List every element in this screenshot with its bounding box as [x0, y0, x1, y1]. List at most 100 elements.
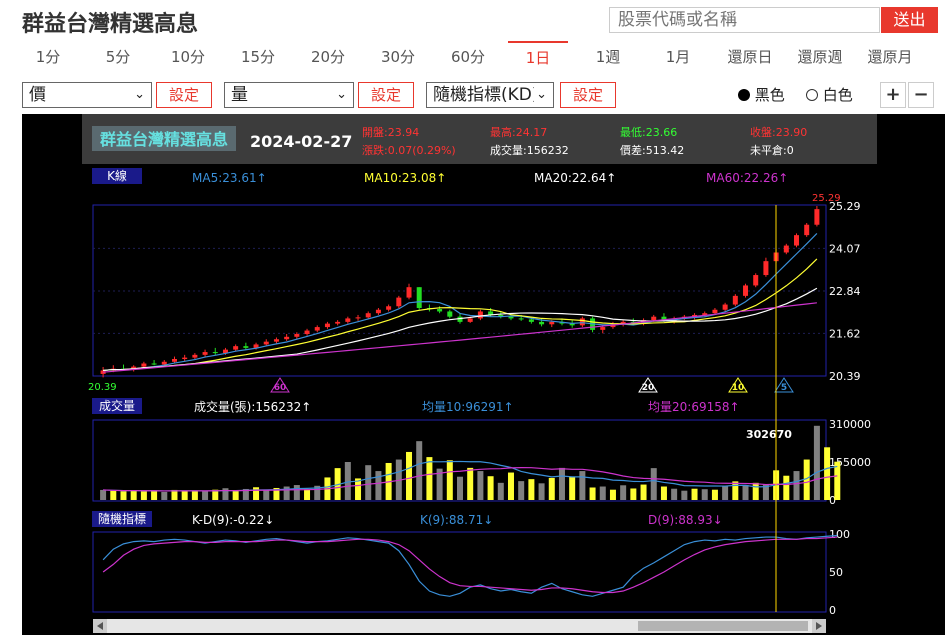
candle-body [233, 346, 239, 350]
candle-body [202, 352, 208, 355]
volume-bar [620, 485, 627, 500]
volume-label: 成交量 [99, 398, 135, 413]
volume-bar [344, 462, 351, 500]
tab-0[interactable]: 1分 [18, 41, 78, 73]
volume-bar [507, 472, 514, 500]
tab-10[interactable]: 還原日 [715, 41, 785, 73]
volume-bar [558, 467, 565, 500]
tab-4[interactable]: 20分 [298, 41, 358, 73]
submit-button[interactable]: 送出 [881, 7, 938, 33]
kd-tick-label: 100 [829, 528, 850, 541]
volume-bar [110, 490, 117, 500]
volume-bar [497, 482, 504, 500]
tab-1[interactable]: 5分 [88, 41, 148, 73]
volume-bar [538, 483, 545, 500]
kd-tick-label: 50 [829, 566, 843, 579]
price-tick-label: 22.84 [829, 285, 861, 298]
price-settings-button[interactable]: 設定 [156, 82, 212, 108]
tab-9[interactable]: 1月 [648, 41, 708, 73]
candle-body [518, 318, 524, 320]
candle-body [171, 359, 177, 362]
volume-bar [161, 491, 168, 500]
indicator-settings-button[interactable]: 設定 [560, 82, 616, 108]
white-theme-option[interactable]: 白色 [806, 84, 853, 105]
candle-body [814, 209, 820, 225]
candle-body [783, 245, 789, 253]
search-input[interactable] [609, 7, 880, 33]
avg-volume-10: 均量10:96291↑ [422, 400, 514, 414]
volume-bar [191, 490, 198, 500]
candle-body [743, 285, 749, 296]
tab-7[interactable]: 1日 [508, 41, 568, 75]
radio-selected-icon [738, 89, 750, 101]
price-select[interactable]: 價 ⌄ [22, 82, 152, 108]
price-spread: 價差:513.42 [620, 143, 684, 157]
volume-bar [457, 476, 463, 500]
tab-11[interactable]: 還原週 [785, 41, 855, 73]
candle-body [722, 304, 728, 310]
candle-body [804, 224, 810, 236]
candle-body [549, 321, 555, 325]
tab-5[interactable]: 30分 [368, 41, 428, 73]
candle-body [335, 321, 341, 324]
candle-body [345, 318, 351, 322]
ma-marker-label: 5 [781, 383, 787, 393]
candle-body [263, 341, 269, 345]
black-theme-option[interactable]: 黑色 [738, 84, 785, 105]
tab-6[interactable]: 60分 [438, 41, 498, 73]
candle-body [406, 287, 412, 298]
volume-bar [263, 490, 270, 500]
volume-bar [650, 468, 657, 500]
volume-bar [518, 481, 525, 500]
volume-bar [100, 489, 107, 500]
volume-bar [589, 487, 596, 500]
candle-body [355, 317, 361, 319]
candle-body [314, 327, 320, 331]
volume-bar [406, 451, 413, 500]
volume-settings-button[interactable]: 設定 [358, 82, 414, 108]
candle-body [732, 295, 738, 305]
volume-bar [293, 485, 300, 500]
candle-body [712, 309, 718, 314]
candle-body [794, 235, 800, 246]
stock-chart[interactable]: 群益台灣精選高息 2024-02-27 開盤:23.94 漲跌:0.07(0.2… [22, 114, 945, 635]
scroll-thumb[interactable] [638, 621, 808, 631]
open-price: 開盤:23.94 [362, 126, 419, 139]
candle-body [192, 354, 198, 358]
stock-name: 群益台灣精選高息 [100, 130, 228, 149]
zoom-in-button[interactable]: + [880, 82, 906, 108]
tab-8[interactable]: 1週 [578, 41, 638, 73]
white-theme-label: 白色 [822, 86, 853, 104]
volume-bar [304, 489, 311, 500]
price-tick-label: 21.62 [829, 327, 861, 340]
volume-select[interactable]: 量 ⌄ [224, 82, 354, 108]
volume-bar [752, 482, 759, 500]
black-theme-label: 黑色 [754, 86, 785, 104]
candle-body [508, 316, 514, 319]
volume-bar [579, 471, 586, 500]
candle-body [651, 316, 657, 321]
tab-2[interactable]: 10分 [158, 41, 218, 73]
k-value: K(9):88.71↓ [420, 513, 493, 527]
volume-select-value: 量 [231, 85, 248, 105]
volume-value: 成交量(張):156232↑ [194, 399, 311, 414]
candle-body [304, 330, 310, 335]
open-interest: 未平倉:0 [750, 143, 794, 157]
volume-bar [722, 485, 729, 500]
volume-bar [813, 425, 820, 500]
candle-body [467, 318, 473, 322]
kd-diff: K-D(9):-0.22↓ [192, 513, 274, 527]
tab-3[interactable]: 15分 [228, 41, 288, 73]
indicator-select[interactable]: 隨機指標(KD) ⌄ [426, 82, 554, 108]
high-price: 最高:24.17 [490, 125, 547, 139]
candle-body [365, 313, 371, 318]
chart-background [22, 114, 945, 635]
volume-bar [130, 490, 137, 500]
tab-12[interactable]: 還原月 [855, 41, 925, 73]
volume-bar [151, 490, 158, 500]
zoom-out-button[interactable]: − [908, 82, 934, 108]
candle-body [396, 297, 402, 307]
volume-bar [783, 475, 790, 500]
price-max-label: 25.29 [812, 193, 841, 204]
volume-bar [599, 486, 606, 500]
